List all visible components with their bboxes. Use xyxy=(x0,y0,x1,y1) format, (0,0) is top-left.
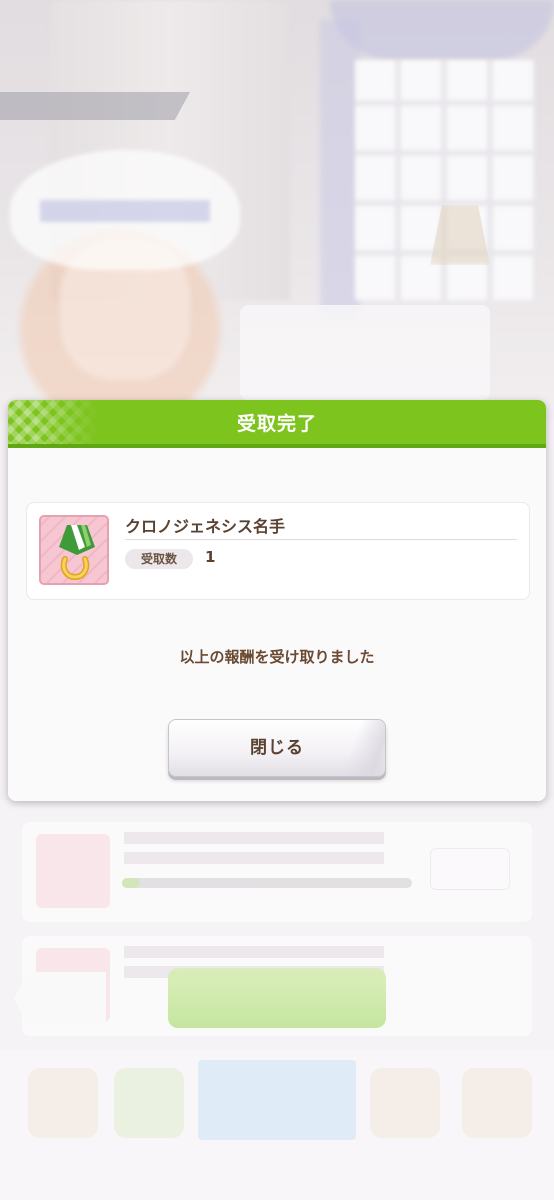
dialog-message: 以上の報酬を受け取りました xyxy=(179,648,375,666)
quantity-label-badge: 受取数 xyxy=(125,549,193,569)
reward-received-dialog: 受取完了 クロノジェネシス名手 受取数 1 以上の報酬を受け取りました 閉じる xyxy=(8,400,546,801)
dialog-title: 受取完了 xyxy=(236,413,317,435)
close-button-label: 閉じる xyxy=(250,738,304,758)
reward-item-card: クロノジェネシス名手 受取数 1 xyxy=(26,502,530,600)
quantity-value: 1 xyxy=(205,548,216,566)
medal-ribbon-horseshoe-icon xyxy=(39,515,109,585)
reward-item-name: クロノジェネシス名手 xyxy=(125,517,286,536)
dialog-header: 受取完了 xyxy=(8,400,546,448)
close-button[interactable]: 閉じる xyxy=(168,719,386,777)
reward-item-divider xyxy=(125,539,517,540)
dialog-body: クロノジェネシス名手 受取数 1 以上の報酬を受け取りました 閉じる xyxy=(8,448,546,801)
